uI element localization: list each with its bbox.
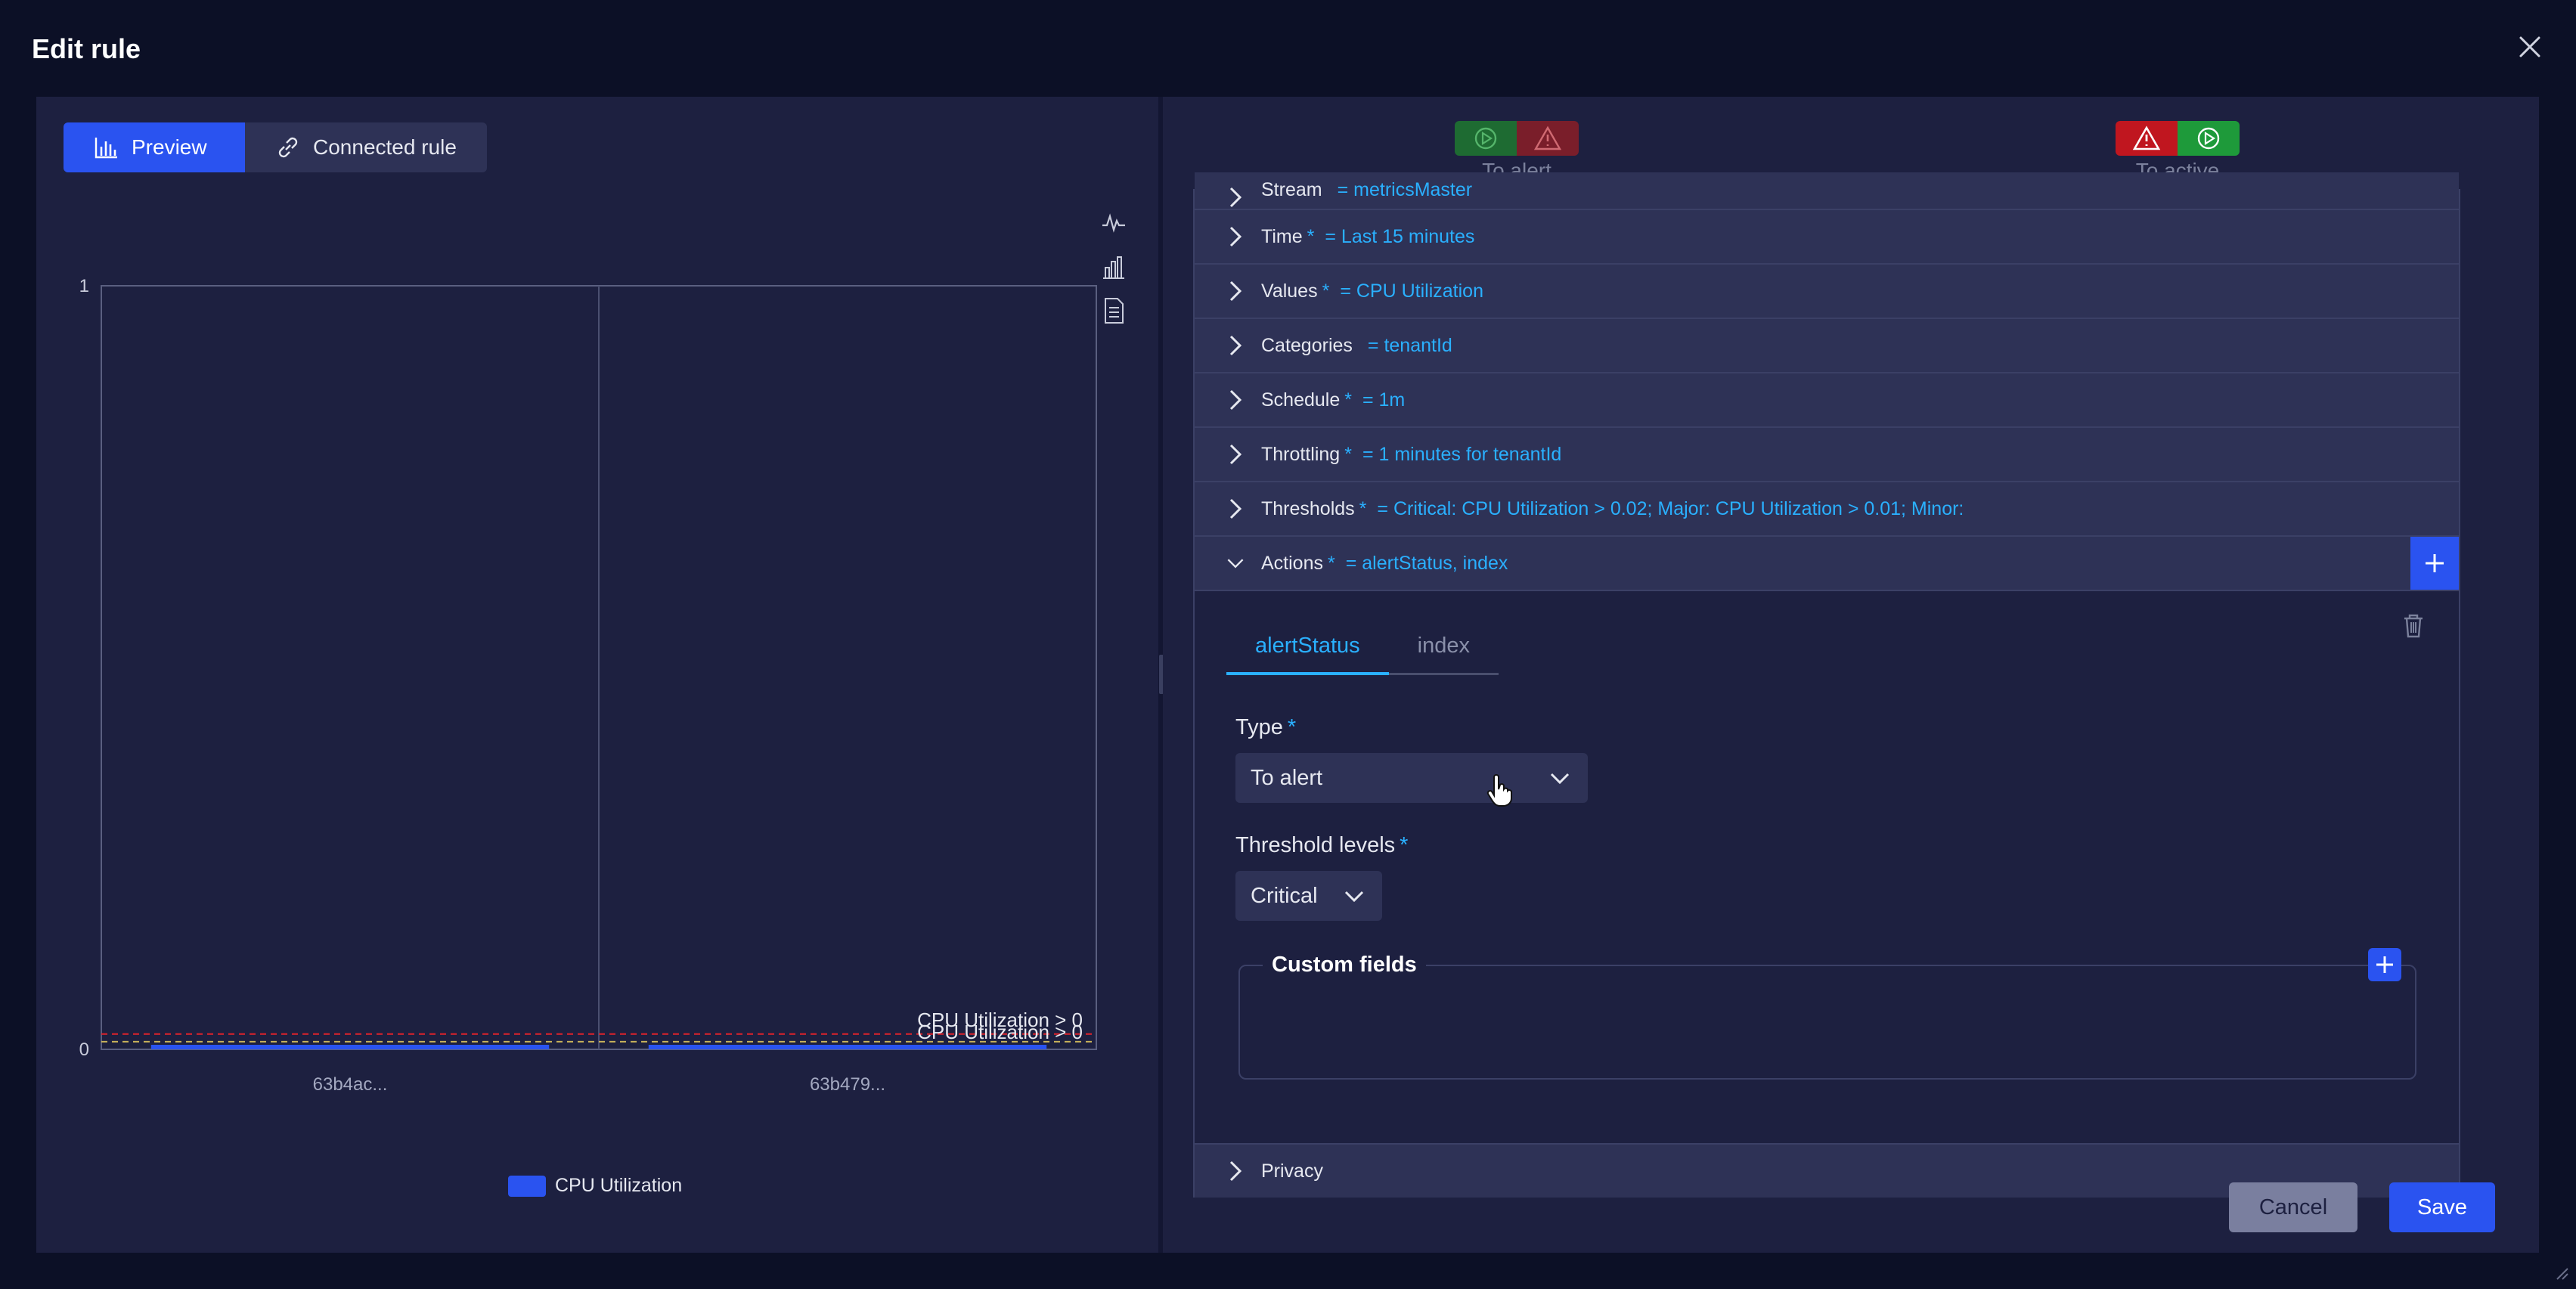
accordion-schedule[interactable]: Schedule * = 1m bbox=[1195, 373, 2459, 428]
type-select[interactable]: To alert bbox=[1235, 753, 1588, 803]
tab-preview[interactable]: Preview bbox=[64, 122, 245, 172]
action-tabs: alertStatus index bbox=[1226, 634, 1499, 675]
warning-icon bbox=[1517, 121, 1579, 156]
save-button[interactable]: Save bbox=[2389, 1182, 2495, 1232]
accordion-values[interactable]: Values * = CPU Utilization bbox=[1195, 265, 2459, 319]
y-tick-label: 1 bbox=[79, 276, 89, 296]
accordion-stream[interactable]: Stream = metricsMaster bbox=[1195, 172, 2459, 210]
custom-fields-group: Custom fields bbox=[1238, 948, 2416, 1080]
x-tick-label: 63b4ac... bbox=[313, 1074, 388, 1095]
legend-swatch bbox=[508, 1175, 546, 1197]
chevron-right-icon bbox=[1229, 1160, 1242, 1182]
accordion-value: = Critical: CPU Utilization > 0.02; Majo… bbox=[1377, 497, 1964, 519]
accordion-label: Values bbox=[1261, 280, 1318, 302]
trash-icon[interactable] bbox=[2398, 611, 2429, 641]
accordion-throttling[interactable]: Throttling * = 1 minutes for tenantId bbox=[1195, 428, 2459, 482]
accordion-actions[interactable]: Actions * = alertStatus, index bbox=[1195, 537, 2459, 591]
actions-editor: alertStatus index Type * To alert Thresho… bbox=[1195, 599, 2459, 1140]
tab-preview-label: Preview bbox=[132, 135, 207, 159]
threshold-levels-value: Critical bbox=[1251, 883, 1318, 908]
type-select-value: To alert bbox=[1251, 765, 1323, 790]
chevron-right-icon bbox=[1229, 444, 1242, 465]
cancel-button[interactable]: Cancel bbox=[2229, 1182, 2357, 1232]
y-tick-label: 0 bbox=[79, 1040, 89, 1060]
accordion-label: Stream bbox=[1261, 179, 1322, 200]
bar bbox=[150, 1045, 550, 1049]
preview-tabs: Preview Connected rule bbox=[64, 122, 487, 172]
accordion-value: = metricsMaster bbox=[1337, 179, 1473, 200]
chevron-right-icon bbox=[1229, 498, 1242, 519]
add-custom-field-button[interactable] bbox=[2368, 948, 2401, 981]
link-icon bbox=[278, 137, 298, 158]
accordion-value: = Last 15 minutes bbox=[1325, 225, 1475, 247]
bar-chart-icon bbox=[95, 138, 117, 159]
add-action-button[interactable] bbox=[2410, 537, 2459, 590]
chevron-down-icon bbox=[1227, 559, 1244, 569]
accordion-label: Schedule bbox=[1261, 389, 1341, 411]
modal-title: Edit rule bbox=[32, 33, 141, 64]
threshold-levels-label: Threshold levels * bbox=[1235, 833, 1409, 857]
hand-cursor-icon bbox=[1486, 774, 1512, 807]
accordion-value: = 1 minutes for tenantId bbox=[1362, 443, 1562, 465]
chart-legend[interactable]: CPU Utilization bbox=[508, 1175, 682, 1197]
preview-chart: 0 1 63b4ac... 63b479... CPU Utilization > 0C… bbox=[68, 272, 1111, 1119]
threshold-levels-select[interactable]: Critical bbox=[1235, 871, 1382, 921]
rule-accordion: Stream = metricsMaster Time * = Last 15 … bbox=[1193, 172, 2460, 1198]
threshold-label: CPU Utilization > 0 bbox=[917, 1021, 1083, 1043]
plus-icon bbox=[2426, 554, 2444, 572]
accordion-label: Time bbox=[1261, 225, 1303, 247]
accordion-label: Privacy bbox=[1261, 1160, 1323, 1182]
accordion-label: Categories bbox=[1261, 334, 1353, 356]
accordion-value: = 1m bbox=[1362, 389, 1406, 411]
accordion-categories[interactable]: Categories = tenantId bbox=[1195, 319, 2459, 373]
resize-grip-icon[interactable] bbox=[2553, 1264, 2569, 1281]
accordion-value: = alertStatus, index bbox=[1345, 552, 1508, 574]
chevron-right-icon bbox=[1229, 187, 1242, 208]
accordion-value: = CPU Utilization bbox=[1340, 280, 1483, 302]
tab-connected-rule-label: Connected rule bbox=[313, 135, 457, 159]
accordion-label: Throttling bbox=[1261, 443, 1341, 465]
custom-fields-label: Custom fields bbox=[1263, 953, 1426, 978]
x-tick-label: 63b479... bbox=[810, 1074, 885, 1095]
accordion-time[interactable]: Time * = Last 15 minutes bbox=[1195, 210, 2459, 265]
tab-index[interactable]: index bbox=[1389, 634, 1499, 673]
chevron-down-icon bbox=[1550, 773, 1570, 785]
chart-svg: 0163b4ac... 63b479...CPU Utilization > 0C… bbox=[79, 276, 1097, 1095]
chevron-down-icon bbox=[1344, 891, 1364, 903]
chevron-right-icon bbox=[1229, 389, 1242, 411]
chevron-right-icon bbox=[1229, 335, 1242, 356]
close-icon[interactable] bbox=[2515, 32, 2545, 62]
accordion-label: Actions bbox=[1261, 552, 1323, 574]
line-chart-icon[interactable] bbox=[1101, 209, 1127, 237]
accordion-value: = tenantId bbox=[1367, 334, 1452, 356]
legend-label: CPU Utilization bbox=[555, 1175, 683, 1196]
chevron-right-icon bbox=[1229, 280, 1242, 302]
accordion-thresholds[interactable]: Thresholds * = Critical: CPU Utilization… bbox=[1195, 482, 2459, 537]
tab-connected-rule[interactable]: Connected rule bbox=[245, 122, 487, 172]
type-label: Type * bbox=[1235, 715, 1297, 739]
warning-icon bbox=[2116, 121, 2178, 156]
accordion-label: Thresholds bbox=[1261, 497, 1355, 519]
play-circle-icon bbox=[2178, 121, 2240, 156]
plus-icon bbox=[2376, 956, 2393, 973]
play-circle-icon bbox=[1455, 121, 1517, 156]
bar bbox=[648, 1045, 1047, 1049]
tab-alert-status[interactable]: alertStatus bbox=[1226, 634, 1389, 675]
chevron-right-icon bbox=[1229, 226, 1242, 247]
